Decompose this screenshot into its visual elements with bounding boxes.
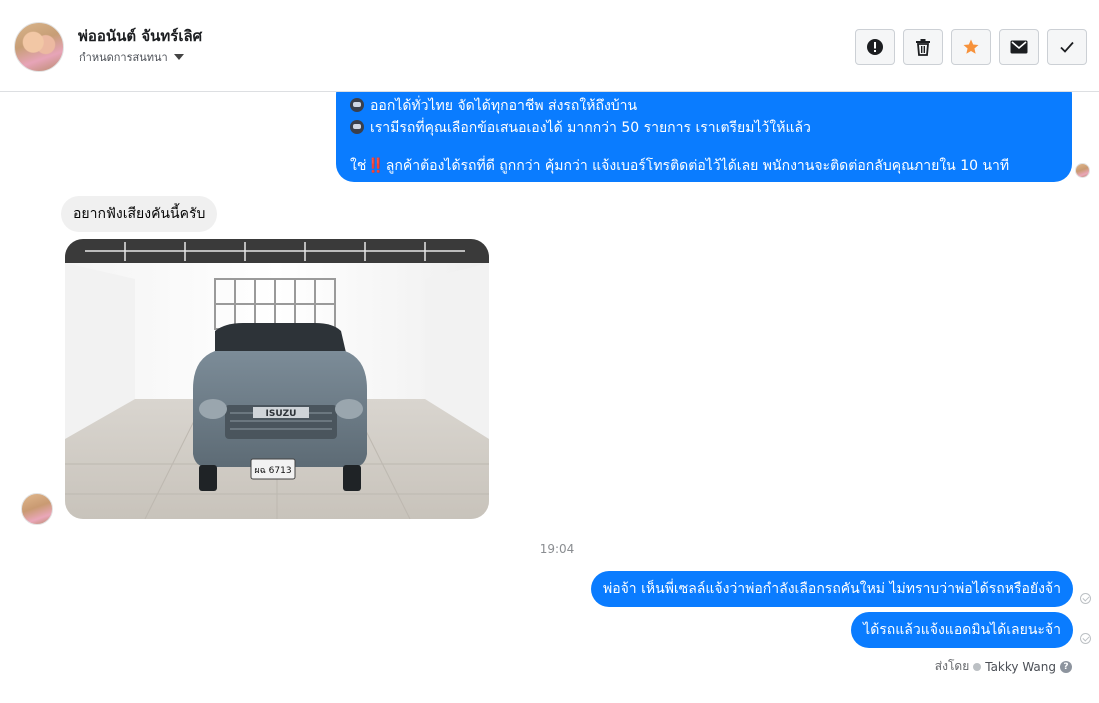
mark-unread-button[interactable] [999, 29, 1039, 65]
mark-done-button[interactable] [1047, 29, 1087, 65]
car-emoji-icon [350, 98, 364, 112]
star-button[interactable] [951, 29, 991, 65]
message-line: เรามีรถที่คุณเลือกข้อเสนอเองได้ มากกว่า … [370, 120, 811, 136]
message-text: พ่อจ้า เห็นพี่เซลล์แจ้งว่าพ่อกำลังเลือกร… [602, 581, 1061, 597]
delivered-check-icon [1080, 633, 1091, 644]
caret-down-icon [173, 54, 184, 60]
report-button[interactable] [855, 29, 895, 65]
help-icon[interactable]: ? [1060, 660, 1072, 673]
seen-avatar [1075, 163, 1090, 178]
message-line: ออกได้ทั่วไทย จัดได้ทุกอาชีพ ส่งรถให้ถึง… [370, 98, 638, 114]
delivered-check-icon [1080, 593, 1091, 604]
alert-icon [867, 39, 883, 55]
star-icon [963, 39, 979, 54]
incoming-photo[interactable]: ISUZU ผฉ 6713 [65, 239, 489, 519]
sent-by-name[interactable]: Takky Wang [985, 660, 1056, 674]
truck-brand-text: ISUZU [266, 409, 297, 419]
message-text: ได้รถแล้วแจ้งแอดมินได้เลยนะจ้า [863, 622, 1061, 638]
header-actions [855, 29, 1087, 65]
conversation-label-dropdown[interactable]: กำหนดการสนทนา [79, 48, 184, 66]
conversation-header: พ่ออนันต์ จันทร์เลิศ กำหนดการสนทนา [0, 0, 1099, 92]
truck-photo-image: ISUZU ผฉ 6713 [65, 239, 489, 519]
sent-by-label: ส่งโดย [934, 659, 970, 673]
conversation-label: กำหนดการสนทนา [79, 51, 168, 64]
page-check-icon [973, 662, 982, 671]
trash-icon [916, 39, 930, 56]
contact-name[interactable]: พ่ออนันต์ จันทร์เลิศ [78, 24, 202, 48]
sender-avatar[interactable] [21, 493, 53, 525]
sent-by-info: ส่งโดย Takky Wang ? [935, 657, 1072, 676]
incoming-message-bubble[interactable]: อยากฟังเสียงคันนี้ครับ [61, 196, 218, 232]
message-line: ลูกค้าต้องได้รถที่ดี ถูกกว่า คุ้มกว่า แจ… [385, 158, 1010, 174]
contact-avatar[interactable] [14, 22, 64, 72]
double-exclamation-icon: ‼️ [367, 158, 385, 174]
car-emoji-icon [350, 120, 364, 134]
message-line-prefix: ใช่ [350, 158, 367, 174]
outgoing-message-bubble[interactable]: ได้รถแล้วแจ้งแอดมินได้เลยนะจ้า [851, 612, 1073, 648]
message-text: อยากฟังเสียงคันนี้ครับ [73, 206, 206, 222]
delete-button[interactable] [903, 29, 943, 65]
message-timestamp: 19:04 [539, 542, 575, 556]
mail-icon [1010, 40, 1028, 54]
license-plate-text: ผฉ 6713 [254, 466, 291, 476]
check-icon [1060, 41, 1074, 53]
outgoing-message-bubble[interactable]: พ่อจ้า เห็นพี่เซลล์แจ้งว่าพ่อกำลังเลือกร… [590, 571, 1073, 607]
